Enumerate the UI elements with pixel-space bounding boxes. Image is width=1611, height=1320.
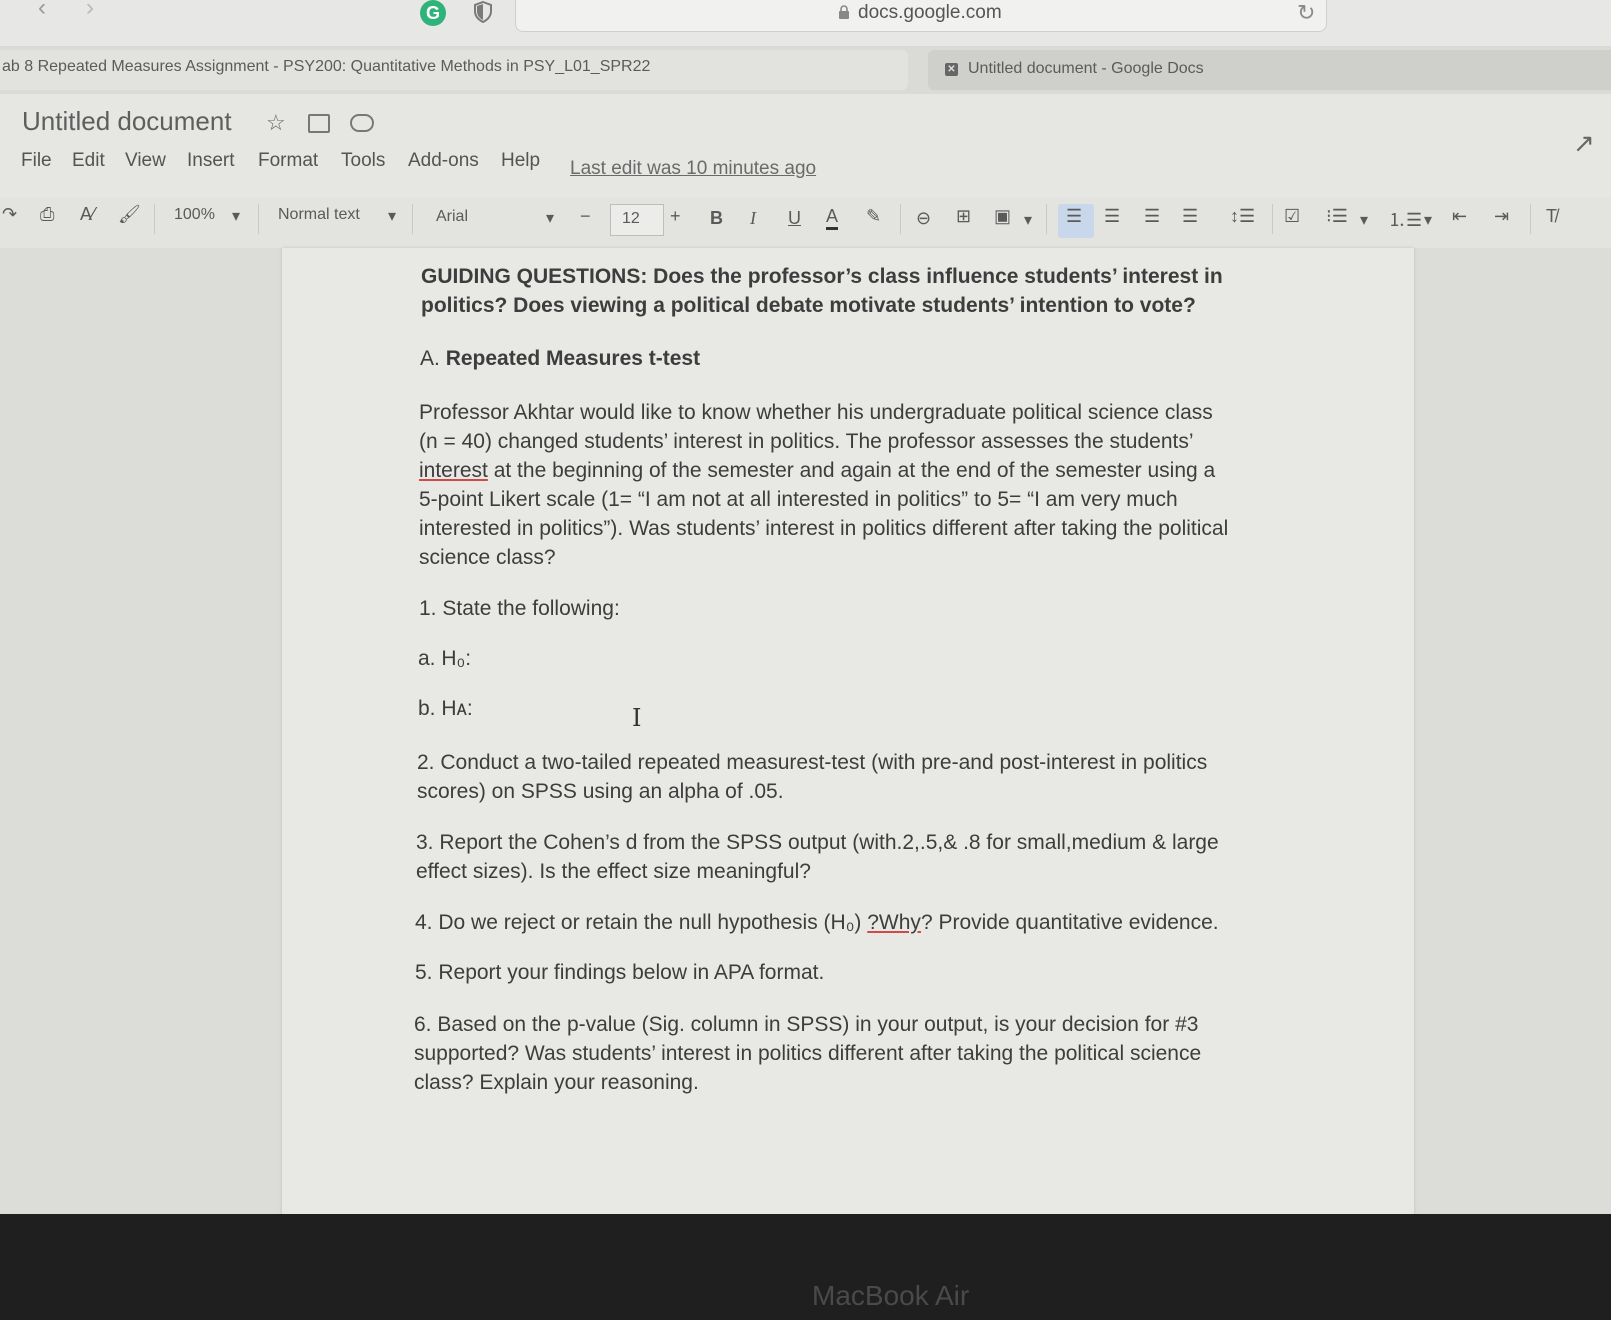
bulleted-list-icon[interactable]: ⁝☰ <box>1326 206 1348 227</box>
docs-header <box>0 94 1611 198</box>
tab-assignment-label: ab 8 Repeated Measures Assignment - PSY2… <box>2 58 651 75</box>
style-dropdown-icon[interactable]: ▾ <box>388 206 396 226</box>
question-4-part-2: ? Provide quantitative evidence. <box>920 911 1219 934</box>
zoom-select[interactable]: 100% <box>174 206 215 224</box>
insert-comment-icon[interactable]: ⊞ <box>956 206 971 227</box>
url-text: docs.google.com <box>858 2 1002 23</box>
text-color-button[interactable]: A <box>826 206 839 230</box>
section-letter: A. <box>420 347 440 370</box>
question-6-line-2[interactable]: supported? Was students’ interest in pol… <box>414 1039 1201 1068</box>
intro-line-4[interactable]: 5-point Likert scale (1= “I am not at al… <box>419 485 1178 514</box>
activity-trend-icon[interactable]: ↗ <box>1573 128 1595 159</box>
font-family-select[interactable]: Arial <box>436 208 468 226</box>
question-3-line-2[interactable]: effect sizes). Is the effect size meanin… <box>416 857 811 886</box>
numbered-list-icon[interactable]: ⒈☰ <box>1388 206 1422 232</box>
alt-hypothesis-label[interactable]: b. Hᴀ: <box>418 694 473 723</box>
intro-line-3-rest: at the beginning of the semester and aga… <box>487 459 1216 482</box>
tab-google-docs-label: Untitled document - Google Docs <box>968 60 1204 77</box>
insert-link-icon[interactable]: ⊖ <box>916 208 931 229</box>
font-size-value: 12 <box>622 210 640 227</box>
toolbar-divider <box>1046 204 1047 234</box>
underline-button[interactable]: U <box>788 208 801 229</box>
intro-line-6[interactable]: science class? <box>419 543 556 572</box>
spellcheck-icon[interactable]: A⁄ <box>80 204 95 225</box>
laptop-bezel <box>0 1214 1611 1320</box>
privacy-shield-icon[interactable] <box>474 1 492 23</box>
lock-icon <box>839 5 849 19</box>
print-icon[interactable]: ⎙ <box>40 204 54 225</box>
question-2-line-1[interactable]: 2. Conduct a two-tailed repeated measure… <box>417 748 1207 777</box>
intro-line-2[interactable]: (n = 40) changed students’ interest in p… <box>419 427 1194 456</box>
toolbar-divider <box>258 204 259 234</box>
question-6-line-3[interactable]: class? Explain your reasoning. <box>414 1068 699 1097</box>
misspelled-word[interactable]: interest <box>419 459 488 482</box>
question-6-line-1[interactable]: 6. Based on the p-value (Sig. column in … <box>414 1010 1198 1039</box>
question-3-line-1[interactable]: 3. Report the Cohen’s d from the SPSS ou… <box>416 828 1219 857</box>
toolbar-divider <box>154 204 155 234</box>
paragraph-style-select[interactable]: Normal text <box>278 206 360 224</box>
menu-insert[interactable]: Insert <box>187 150 235 172</box>
decrease-font-size-button[interactable]: − <box>580 206 591 227</box>
question-2-line-2[interactable]: scores) on SPSS using an alpha of .05. <box>417 777 784 806</box>
decrease-indent-icon[interactable]: ⇤ <box>1452 206 1467 227</box>
menu-view[interactable]: View <box>125 150 166 172</box>
menu-edit[interactable]: Edit <box>72 150 105 172</box>
image-dropdown-icon[interactable]: ▾ <box>1024 210 1032 230</box>
reload-icon[interactable]: ↻ <box>1297 0 1315 26</box>
grammarly-extension-icon[interactable]: G <box>420 0 446 26</box>
null-hypothesis-label[interactable]: a. H₀: <box>418 644 471 673</box>
clear-formatting-icon[interactable]: T̸ <box>1546 206 1557 227</box>
intro-line-3[interactable]: interest at the beginning of the semeste… <box>419 456 1215 485</box>
increase-font-size-button[interactable]: + <box>670 206 681 227</box>
menu-file[interactable]: File <box>21 150 52 172</box>
font-dropdown-icon[interactable]: ▾ <box>546 208 554 228</box>
toolbar-divider <box>1272 204 1273 234</box>
toolbar-divider <box>900 204 901 234</box>
redo-icon[interactable]: ↷ <box>2 204 17 225</box>
question-4-part-1: 4. Do we reject or retain the null hypot… <box>415 911 868 934</box>
numbered-dropdown-icon[interactable]: ▾ <box>1424 210 1432 230</box>
tab-close-icon[interactable]: ✕ <box>945 63 958 76</box>
bullet-dropdown-icon[interactable]: ▾ <box>1360 210 1368 230</box>
checklist-icon[interactable]: ☑ <box>1284 206 1300 227</box>
menu-help[interactable]: Help <box>501 150 540 172</box>
question-1[interactable]: 1. State the following: <box>419 594 620 623</box>
toolbar-divider <box>1530 204 1531 234</box>
align-center-icon[interactable]: ☰ <box>1104 206 1120 227</box>
italic-button[interactable]: I <box>750 208 756 229</box>
guiding-questions[interactable]: GUIDING QUESTIONS: Does the professor’s … <box>421 262 1281 320</box>
align-right-icon[interactable]: ☰ <box>1144 206 1160 227</box>
move-folder-icon[interactable] <box>308 114 330 133</box>
align-justify-icon[interactable]: ☰ <box>1182 206 1198 227</box>
question-5[interactable]: 5. Report your findings below in APA for… <box>415 958 824 987</box>
device-label: MacBook Air <box>812 1280 970 1311</box>
intro-line-1[interactable]: Professor Akhtar would like to know whet… <box>419 398 1213 427</box>
forward-arrow-icon[interactable]: › <box>86 0 94 22</box>
bold-button[interactable]: B <box>710 208 723 229</box>
intro-line-5[interactable]: interested in politics”). Was students’ … <box>419 514 1228 543</box>
line-spacing-icon[interactable]: ↕☰ <box>1230 206 1255 227</box>
insert-image-icon[interactable]: ▣ <box>994 206 1011 227</box>
last-edit-link[interactable]: Last edit was 10 minutes ago <box>570 158 816 180</box>
menu-addons[interactable]: Add-ons <box>408 150 479 172</box>
star-icon[interactable]: ☆ <box>266 110 286 136</box>
question-4[interactable]: 4. Do we reject or retain the null hypot… <box>415 908 1219 937</box>
align-left-icon: ☰ <box>1066 206 1083 226</box>
formatting-toolbar <box>0 198 1611 249</box>
toolbar-divider <box>412 204 413 234</box>
menu-format[interactable]: Format <box>258 150 318 172</box>
increase-indent-icon[interactable]: ⇥ <box>1494 206 1509 227</box>
misspelled-word[interactable]: ?Why <box>867 911 921 934</box>
back-arrow-icon[interactable]: ‹ <box>38 0 46 22</box>
highlight-color-icon[interactable]: ✎ <box>866 206 881 227</box>
zoom-dropdown-icon[interactable]: ▾ <box>232 206 240 226</box>
menu-tools[interactable]: Tools <box>341 150 385 172</box>
paint-format-icon[interactable]: 🖌 <box>118 204 141 225</box>
section-heading[interactable]: A. Repeated Measures t-test <box>420 344 700 373</box>
cloud-status-icon[interactable] <box>350 114 374 132</box>
text-cursor-icon: I <box>632 704 642 732</box>
document-title[interactable]: Untitled document <box>22 106 232 137</box>
section-title: Repeated Measures t-test <box>445 347 701 370</box>
